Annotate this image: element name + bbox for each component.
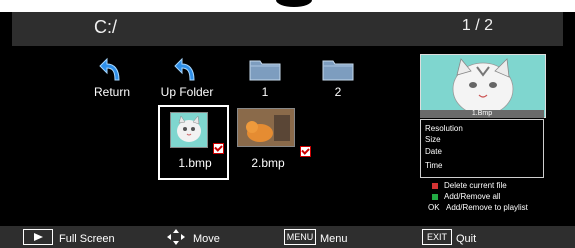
title-bar: C:/ 1 / 2 — [12, 12, 563, 46]
page-indicator: 1 / 2 — [461, 17, 493, 34]
return-arrow-icon — [174, 57, 195, 81]
file-thumbnail-1[interactable] — [170, 112, 208, 148]
preview-image — [420, 54, 546, 118]
folder-item-2[interactable]: 2 — [293, 56, 383, 99]
current-path: C:/ — [94, 17, 118, 37]
top-edge — [0, 0, 575, 12]
file-label-2: 2.bmp — [251, 156, 285, 170]
folder-icon — [322, 60, 354, 81]
legend-ok-key: OK — [428, 203, 440, 212]
play-icon — [34, 233, 43, 241]
footer-bar: Full Screen Move MENU Menu EXIT Quit — [0, 226, 575, 248]
up-folder-label: Up Folder — [160, 85, 214, 99]
cropped-glyph — [276, 0, 312, 7]
media-browser-screen: C:/ 1 / 2 Return Up Folder 1 2 1.bmp 2.b… — [0, 0, 575, 248]
fullscreen-label: Full Screen — [59, 233, 115, 245]
legend-add-playlist: Add/Remove to playlist — [446, 203, 528, 212]
info-size-label: Size — [425, 135, 441, 144]
legend-add-all: Add/Remove all — [444, 192, 501, 201]
exit-key[interactable]: EXIT — [422, 229, 452, 245]
file-label-2-wrap: 2.bmp — [223, 156, 313, 170]
preview-caption: 1.Bmp — [420, 110, 544, 118]
up-folder-item[interactable]: Up Folder — [142, 56, 232, 99]
checkbox-icon[interactable] — [213, 143, 224, 154]
file-info-panel: Resolution Size Date Time — [420, 119, 544, 178]
green-button-icon — [432, 194, 438, 200]
cat-photo-icon — [238, 109, 294, 146]
info-time-label: Time — [425, 161, 443, 170]
menu-key[interactable]: MENU — [284, 229, 316, 245]
file-thumbnail-2[interactable] — [237, 108, 295, 147]
info-date-label: Date — [425, 147, 442, 156]
return-arrow-icon — [99, 57, 120, 81]
red-button-icon — [432, 183, 438, 189]
cat-image-icon — [421, 55, 545, 117]
cat-image-icon — [171, 113, 207, 147]
menu-label: Menu — [320, 233, 348, 245]
move-label: Move — [193, 233, 220, 245]
play-button-icon[interactable] — [23, 229, 53, 245]
dpad-icon — [165, 228, 187, 246]
file-browser-area: Return Up Folder 1 2 1.bmp 2.bmp 1.Bmp R… — [0, 46, 575, 226]
folder-icon — [249, 60, 281, 81]
legend-delete: Delete current file — [444, 181, 507, 190]
quit-label: Quit — [456, 233, 477, 245]
folder-label-2: 2 — [334, 85, 342, 99]
info-resolution-label: Resolution — [425, 124, 463, 133]
